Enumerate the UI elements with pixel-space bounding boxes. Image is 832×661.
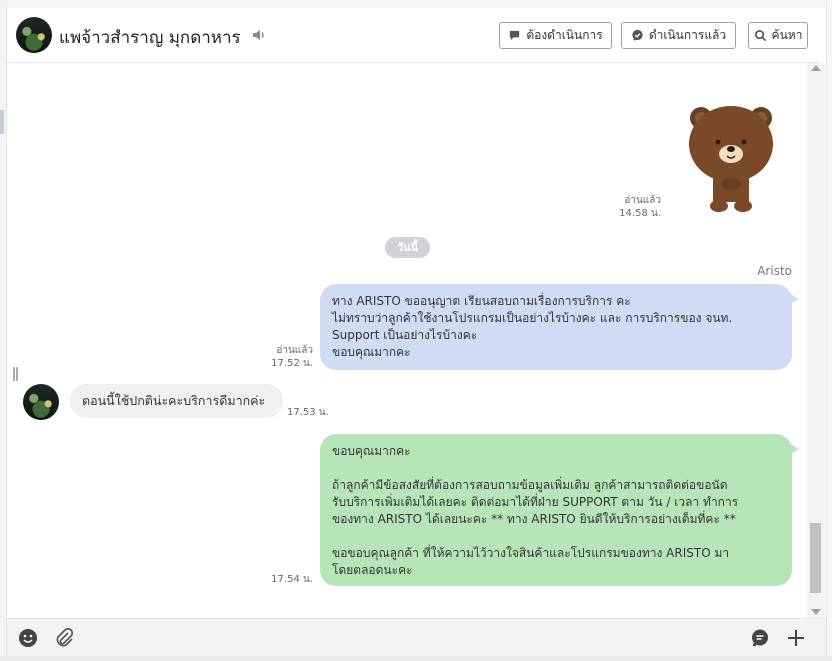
speaker-icon[interactable] [251, 27, 267, 43]
contact-avatar[interactable] [16, 17, 52, 53]
search-icon [754, 30, 766, 42]
chat-check-icon [632, 29, 643, 41]
customer-avatar[interactable] [23, 384, 59, 420]
done-button[interactable]: ดำเนินการแล้ว [621, 22, 736, 49]
read-status: อ่านแล้ว [276, 345, 313, 356]
contact-name[interactable]: แพจ้าวสำราญ มุกดาหาร [59, 24, 241, 51]
outgoing-message[interactable]: ทาง ARISTO ขออนุญาต เรียนสอบถามเรื่องการ… [320, 284, 799, 370]
read-status: อ่านแล้ว [624, 195, 661, 206]
resize-grip[interactable] [0, 110, 4, 134]
template-icon[interactable] [749, 627, 771, 649]
scroll-down-arrow[interactable] [811, 609, 821, 615]
sticker-meta: อ่านแล้ว 14.58 น. [597, 194, 661, 220]
message-time: 17.52 น. [271, 358, 313, 369]
message-meta: อ่านแล้ว 17.52 น. [247, 344, 313, 370]
chat-header: แพจ้าวสำราญ มุกดาหาร ต้องดำเนินการ ดำเนิ… [7, 8, 819, 63]
bottom-frame [0, 656, 832, 661]
scroll-up-arrow[interactable] [811, 65, 821, 71]
day-divider: วันนี้ [385, 237, 430, 258]
plus-icon[interactable] [785, 627, 807, 649]
left-frame [0, 0, 7, 661]
message-time: 17.54 น. [271, 574, 313, 585]
chat-area[interactable]: อ่านแล้ว 14.58 น. วันนี้ Aristo ทาง ARIS… [7, 63, 807, 618]
search-button[interactable]: ค้นหา [748, 22, 808, 49]
composer-toolbar [7, 618, 826, 657]
todo-button-label: ต้องดำเนินการ [526, 28, 603, 42]
paperclip-icon[interactable] [53, 627, 75, 649]
chat-bubble-icon [510, 30, 520, 41]
emoji-icon[interactable] [17, 627, 39, 649]
sender-name: Aristo [757, 264, 792, 278]
bear-sticker [689, 106, 773, 212]
incoming-message[interactable]: ตอนนี้ใช้ปกติน่ะคะบริการดีมากค่ะ [70, 384, 283, 418]
message-time: 14.58 น. [619, 208, 661, 219]
scroll-thumb[interactable] [810, 523, 821, 593]
chat-scrollbar[interactable] [807, 63, 825, 618]
done-button-label: ดำเนินการแล้ว [648, 28, 727, 42]
message-time: 17.53 น. [287, 407, 329, 418]
template-message[interactable]: ขอบคุณมากคะ ถ้าลูกค้ามีข้อสงสัยที่ต้องกา… [320, 434, 799, 586]
search-button-label: ค้นหา [771, 28, 803, 42]
top-frame [6, 0, 832, 8]
right-frame [826, 0, 832, 661]
panel-resize-handle[interactable] [13, 367, 18, 381]
todo-button[interactable]: ต้องดำเนินการ [499, 22, 612, 49]
